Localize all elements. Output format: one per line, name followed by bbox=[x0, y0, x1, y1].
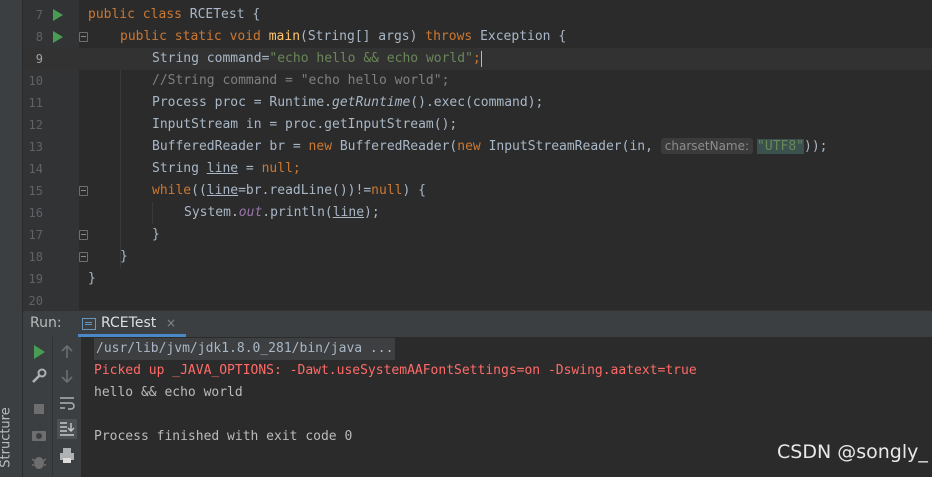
scroll-to-end-icon[interactable] bbox=[57, 419, 77, 439]
code-text: System.out.println(line); bbox=[184, 205, 380, 220]
text-caret bbox=[480, 50, 482, 67]
run-toolbar bbox=[23, 337, 81, 477]
run-gutter-icon[interactable] bbox=[53, 31, 63, 43]
highlighted-string: "UTF8" bbox=[757, 139, 805, 154]
console-output-line: hello && echo world bbox=[94, 385, 243, 400]
line-number: 8 bbox=[35, 30, 43, 44]
left-tool-strip: Structure bbox=[0, 0, 23, 477]
line-number: 13 bbox=[28, 140, 43, 154]
code-text: InputStream in = proc.getInputStream(); bbox=[152, 117, 458, 132]
console-icon bbox=[82, 318, 96, 330]
code-editor[interactable]: 7 public class RCETest { 8 public static… bbox=[23, 0, 932, 310]
close-icon[interactable]: × bbox=[166, 316, 176, 330]
console-exit-line: Process finished with exit code 0 bbox=[94, 429, 353, 444]
line-number: 16 bbox=[28, 206, 43, 220]
console-command-line[interactable]: /usr/lib/jvm/jdk1.8.0_281/bin/java ... bbox=[94, 338, 396, 360]
code-text: String line = null; bbox=[152, 161, 301, 176]
line-number: 9 bbox=[35, 52, 43, 66]
code-text: BufferedReader br = new BufferedReader(n… bbox=[152, 138, 828, 154]
fold-icon[interactable] bbox=[79, 186, 88, 196]
code-line-8[interactable]: 8 public static void main(String[] args)… bbox=[23, 26, 932, 48]
stop-icon[interactable] bbox=[29, 399, 49, 419]
toolbar-divider bbox=[52, 337, 53, 477]
fold-icon[interactable] bbox=[79, 230, 88, 240]
code-line-10[interactable]: 10 //String command = "echo hello world"… bbox=[23, 70, 932, 92]
code-text: } bbox=[88, 271, 96, 286]
line-number: 7 bbox=[35, 8, 43, 22]
code-line-16[interactable]: 16 System.out.println(line); bbox=[23, 202, 932, 224]
arrow-down-icon[interactable] bbox=[57, 366, 77, 386]
code-text: while((line=br.readLine())!=null) { bbox=[152, 183, 426, 198]
code-line-17[interactable]: 17 } bbox=[23, 224, 932, 246]
code-line-7[interactable]: 7 public class RCETest { bbox=[23, 4, 932, 26]
run-tab-rcetest[interactable]: RCETest × bbox=[78, 311, 186, 337]
structure-label: Structure bbox=[0, 407, 14, 468]
code-text: String command="echo hello && echo world… bbox=[152, 50, 482, 67]
line-number: 12 bbox=[28, 118, 43, 132]
wrench-icon[interactable] bbox=[29, 366, 49, 386]
line-number: 14 bbox=[28, 162, 43, 176]
code-line-13[interactable]: 13 BufferedReader br = new BufferedReade… bbox=[23, 136, 932, 158]
arrow-up-icon[interactable] bbox=[57, 342, 77, 362]
watermark-text: CSDN @songly_ bbox=[777, 441, 928, 463]
run-tab-label: RCETest bbox=[101, 315, 157, 331]
code-text: public class RCETest { bbox=[88, 7, 261, 22]
code-text: } bbox=[120, 249, 128, 264]
debug-bug-icon[interactable] bbox=[29, 451, 49, 471]
code-text: public static void main(String[] args) t… bbox=[120, 29, 567, 44]
code-line-12[interactable]: 12 InputStream in = proc.getInputStream(… bbox=[23, 114, 932, 136]
parameter-hint: charsetName: bbox=[660, 138, 754, 154]
rerun-icon[interactable] bbox=[29, 342, 49, 362]
line-number: 17 bbox=[28, 228, 43, 242]
code-line-9[interactable]: 9 String command="echo hello && echo wor… bbox=[23, 48, 932, 70]
code-line-18[interactable]: 18 } bbox=[23, 246, 932, 268]
soft-wrap-icon[interactable] bbox=[57, 393, 77, 413]
line-number: 20 bbox=[28, 294, 43, 308]
code-line-14[interactable]: 14 String line = null; bbox=[23, 158, 932, 180]
code-comment: //String command = "echo hello world"; bbox=[152, 73, 450, 88]
camera-icon[interactable] bbox=[29, 425, 49, 445]
code-text: } bbox=[152, 227, 160, 242]
print-icon[interactable] bbox=[57, 445, 77, 465]
console-warning-line: Picked up _JAVA_OPTIONS: -Dawt.useSystem… bbox=[94, 363, 697, 378]
fold-icon[interactable] bbox=[79, 252, 88, 262]
code-text: Process proc = Runtime.getRuntime().exec… bbox=[152, 95, 544, 110]
code-line-15[interactable]: 15 while((line=br.readLine())!=null) { bbox=[23, 180, 932, 202]
code-line-20[interactable]: 20 bbox=[23, 290, 932, 312]
structure-tool-tab[interactable]: Structure bbox=[0, 404, 20, 474]
run-gutter-icon[interactable] bbox=[53, 9, 63, 21]
code-line-11[interactable]: 11 Process proc = Runtime.getRuntime().e… bbox=[23, 92, 932, 114]
line-number: 18 bbox=[28, 250, 43, 264]
fold-icon[interactable] bbox=[79, 32, 88, 42]
code-line-19[interactable]: 19 } bbox=[23, 268, 932, 290]
line-number: 11 bbox=[28, 96, 43, 110]
line-number: 15 bbox=[28, 184, 43, 198]
run-panel-header: Run: RCETest × bbox=[23, 310, 932, 337]
line-number: 19 bbox=[28, 272, 43, 286]
line-number: 10 bbox=[28, 74, 43, 88]
run-label: Run: bbox=[30, 315, 62, 331]
